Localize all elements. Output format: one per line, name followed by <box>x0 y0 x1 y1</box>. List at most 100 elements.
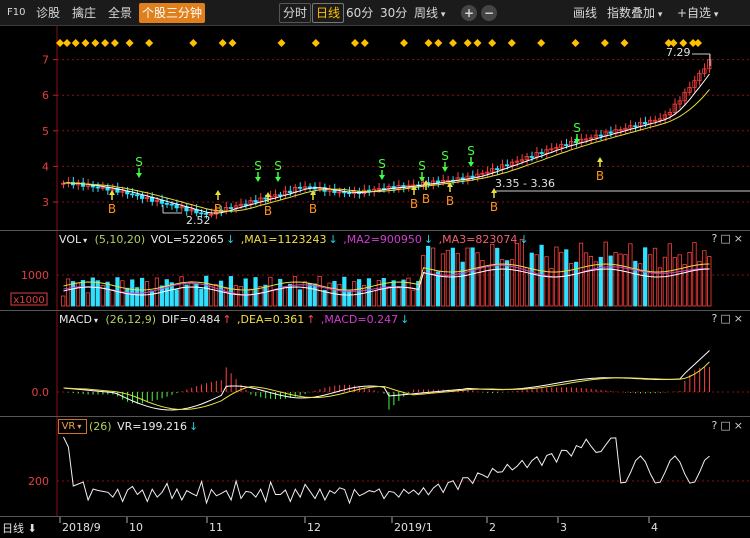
volume-bar <box>199 288 204 307</box>
macd-tick-label: 0.0 <box>32 386 50 399</box>
candle-body <box>140 194 145 199</box>
sell-signal-mark: S <box>467 144 475 158</box>
signal-diamond-icon <box>434 39 443 47</box>
down-arrow-icon: ↓ <box>188 420 199 433</box>
candle-body <box>297 186 303 189</box>
volume-bar <box>312 283 317 307</box>
candle-body <box>253 200 258 203</box>
volume-bar <box>613 252 618 307</box>
volume-bar <box>500 259 505 307</box>
volume-bar <box>445 249 451 307</box>
buy-signal-mark: B <box>309 202 317 216</box>
down-arrow-icon: ↓ <box>423 233 434 246</box>
down-arrow-icon: ⬇ <box>24 522 37 535</box>
volume-bar <box>263 284 268 307</box>
macd-indicator-selector[interactable]: MACD ▾ <box>0 311 100 329</box>
volume-bar <box>697 260 702 307</box>
y-tick-label: 7 <box>42 54 49 67</box>
volume-bar <box>460 261 465 307</box>
macd-value: ,MACD=0.247 <box>320 313 399 326</box>
volume-bar <box>233 285 238 307</box>
vol-panel-controls[interactable]: ?□× <box>712 232 746 245</box>
sell-signal-mark: S <box>135 155 143 169</box>
volume-bar <box>677 254 682 307</box>
signal-diamond-icon <box>101 39 110 47</box>
period-selector-label: 日线 <box>2 522 24 535</box>
candle-body <box>643 122 648 125</box>
volume-bar <box>371 290 377 307</box>
volume-bar <box>524 267 529 307</box>
volume-bar <box>292 276 298 307</box>
volume-bar <box>258 286 263 307</box>
sell-arrow-icon <box>442 167 448 172</box>
candle-body <box>529 156 534 158</box>
stock-chart-canvas[interactable]: 76543 B B B B B B B BBS S S S SS SS7.292.523.35 - 3.3… <box>0 0 750 538</box>
vol-unit-label: x1000 <box>13 295 44 306</box>
x-axis-label: 4 <box>651 521 658 534</box>
y-tick-label: 6 <box>42 89 49 102</box>
candle-body <box>243 203 248 206</box>
signal-diamond-icon <box>424 39 433 47</box>
volume-bar <box>440 253 446 307</box>
candle-body <box>539 152 544 154</box>
volume-bar <box>647 254 653 307</box>
buy-signal-mark: B <box>490 200 498 214</box>
period-selector[interactable]: 日线 ⬇ <box>2 520 37 536</box>
volume-bar <box>662 256 668 307</box>
candle-body <box>470 175 475 178</box>
volume-bar <box>184 284 189 307</box>
volume-bar <box>248 288 253 307</box>
signal-diamond-icon <box>63 39 71 47</box>
signal-diamond-icon <box>145 39 154 47</box>
volume-bar <box>204 275 209 307</box>
buy-arrow-icon <box>265 192 271 197</box>
volume-bar <box>465 247 470 307</box>
vr-indicator-selector[interactable]: VR ▾ <box>58 419 87 434</box>
vr-params: (26) <box>89 420 112 433</box>
volume-bar <box>495 247 500 307</box>
macd-panel-controls[interactable]: ?□× <box>712 312 746 325</box>
vr-panel-controls[interactable]: ?□× <box>712 419 746 432</box>
macd-dif-line <box>63 350 710 411</box>
x-axis-label: 10 <box>129 521 143 534</box>
volume-bar <box>618 253 623 307</box>
signal-diamond-icon <box>189 39 198 47</box>
volume-bar <box>504 260 510 307</box>
signal-diamond-icon <box>125 39 134 47</box>
chevron-down-icon: ▾ <box>83 236 88 245</box>
signal-diamond-icon <box>277 39 286 47</box>
volume-bar <box>643 247 648 307</box>
volume-bar <box>519 238 524 307</box>
volume-bar <box>628 243 633 307</box>
chevron-down-icon: ▾ <box>93 316 98 325</box>
signal-diamond-icon <box>507 39 516 47</box>
candle-body <box>135 194 140 197</box>
candle-body <box>228 207 234 209</box>
candle-body <box>278 194 283 197</box>
volume-bar <box>352 281 357 307</box>
macd-params: (26,12,9) <box>105 313 157 326</box>
sell-arrow-icon <box>255 177 261 182</box>
signal-diamond-icon <box>218 39 227 47</box>
buy-signal-mark: B <box>264 204 272 218</box>
signal-diamond-icon <box>620 39 629 47</box>
volume-bar <box>297 289 303 307</box>
signal-diamond-icon <box>463 39 472 47</box>
sell-signal-mark: S <box>378 157 386 171</box>
vol-params: (5,10,20) <box>94 233 146 246</box>
x-axis-label: 12 <box>307 521 321 534</box>
signal-diamond-icon <box>473 39 482 47</box>
ma10-line <box>63 89 710 212</box>
candle-body <box>164 202 169 205</box>
vol-name: VOL <box>59 233 82 246</box>
candle-body <box>130 193 135 196</box>
sell-signal-mark: S <box>573 121 581 135</box>
volume-bar <box>243 278 248 307</box>
volume-bar <box>426 245 431 307</box>
signal-diamond-icon <box>351 39 359 47</box>
x-axis-label: 3 <box>560 521 567 534</box>
volume-bar <box>623 254 628 307</box>
volume-bar <box>95 280 100 307</box>
vol-indicator-selector[interactable]: VOL ▾ <box>0 231 89 249</box>
signal-diamond-icon <box>228 39 237 47</box>
